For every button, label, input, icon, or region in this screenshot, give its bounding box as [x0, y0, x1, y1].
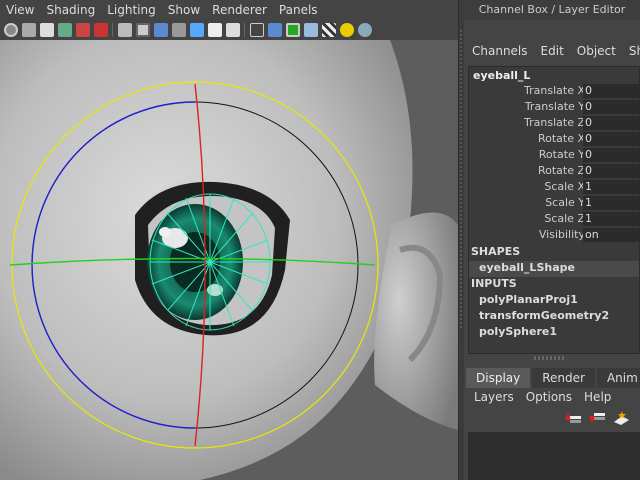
attr-scale-y[interactable]: Scale Y 1 [469, 195, 640, 211]
menu-lighting[interactable]: Lighting [101, 0, 162, 20]
field-chart-icon[interactable] [190, 23, 204, 37]
attr-value-field[interactable]: 1 [583, 196, 640, 210]
smooth-shade-icon[interactable] [268, 23, 282, 37]
input-node[interactable]: polyPlanarProj1 [479, 293, 578, 306]
shadows-icon[interactable] [358, 23, 372, 37]
viewport-toolbar [0, 20, 458, 40]
safe-title-icon[interactable] [226, 23, 240, 37]
menu-help[interactable]: Help [578, 390, 617, 404]
menu-show[interactable]: Show [162, 0, 206, 20]
toolbar-separator [112, 23, 113, 37]
channel-box-menubar: Channels Edit Object Show [464, 40, 640, 62]
attr-value-field[interactable]: 1 [583, 180, 640, 194]
toolbar-separator [244, 23, 245, 37]
input-node[interactable]: transformGeometry2 [479, 309, 609, 322]
attr-value-field[interactable]: on [583, 228, 640, 242]
attr-value-field[interactable]: 0 [583, 164, 640, 178]
menu-view[interactable]: View [0, 0, 40, 20]
attr-label: Translate Z [524, 116, 585, 129]
attr-value-field[interactable]: 0 [583, 116, 640, 130]
menu-panels[interactable]: Panels [273, 0, 324, 20]
attr-scale-z[interactable]: Scale Z 1 [469, 211, 640, 227]
move-layer-down-icon[interactable] [588, 410, 606, 426]
panel-title: Channel Box / Layer Editor [464, 0, 640, 20]
layer-menubar: Layers Options Help [468, 388, 640, 406]
wireframe-on-shaded-icon[interactable] [286, 23, 300, 37]
tab-render[interactable]: Render [532, 368, 595, 388]
menu-shading[interactable]: Shading [40, 0, 101, 20]
camera-attributes-icon[interactable] [22, 23, 36, 37]
attr-label: Rotate Y [538, 148, 585, 161]
viewport-scene[interactable] [0, 40, 458, 480]
move-layer-up-icon[interactable] [564, 410, 582, 426]
layer-editor-tabs: Display Render Anim [466, 368, 640, 388]
menu-renderer[interactable]: Renderer [206, 0, 273, 20]
attr-value-field[interactable]: 0 [583, 148, 640, 162]
attr-label: Scale Z [544, 212, 585, 225]
attr-rotate-z[interactable]: Rotate Z 0 [469, 163, 640, 179]
attr-label: Translate X [524, 84, 585, 97]
attr-label: Scale Y [545, 196, 585, 209]
bookmark-icon[interactable] [40, 23, 54, 37]
xray-icon[interactable] [304, 23, 318, 37]
resolution-gate-icon[interactable] [154, 23, 168, 37]
viewport-menubar: View Shading Lighting Show Renderer Pane… [0, 0, 458, 20]
attr-label: Rotate X [537, 132, 585, 145]
projection-lattice [149, 193, 271, 331]
menu-edit[interactable]: Edit [533, 44, 569, 58]
camera-icon[interactable] [4, 23, 18, 37]
panel-resize-grip[interactable] [534, 356, 564, 360]
menu-options[interactable]: Options [520, 390, 578, 404]
attr-visibility[interactable]: Visibility on [469, 227, 640, 243]
attr-value-field[interactable]: 0 [583, 84, 640, 98]
attr-label: Translate Y [524, 100, 585, 113]
grid-icon[interactable] [118, 23, 132, 37]
use-all-lights-icon[interactable] [340, 23, 354, 37]
shapes-header: SHAPES [471, 245, 521, 258]
2d-pan-zoom-icon[interactable] [76, 23, 90, 37]
attr-rotate-y[interactable]: Rotate Y 0 [469, 147, 640, 163]
attr-value-field[interactable]: 0 [583, 100, 640, 114]
tab-display[interactable]: Display [466, 368, 531, 388]
attr-translate-y[interactable]: Translate Y 0 [469, 99, 640, 115]
inputs-header: INPUTS [471, 277, 517, 290]
attr-translate-z[interactable]: Translate Z 0 [469, 115, 640, 131]
attr-scale-x[interactable]: Scale X 1 [469, 179, 640, 195]
attr-rotate-x[interactable]: Rotate X 0 [469, 131, 640, 147]
menu-object[interactable]: Object [569, 44, 621, 58]
gate-mask-icon[interactable] [172, 23, 186, 37]
menu-channels[interactable]: Channels [464, 44, 533, 58]
grease-pencil-icon[interactable] [94, 23, 108, 37]
attr-translate-x[interactable]: Translate X 0 [469, 83, 640, 99]
channel-box-panel: Channel Box / Layer Editor Channels Edit… [464, 0, 640, 480]
tab-anim[interactable]: Anim [596, 368, 640, 388]
attr-label: Visibility [538, 228, 585, 241]
attr-value-field[interactable]: 1 [583, 212, 640, 226]
attr-label: Rotate Z [537, 164, 585, 177]
divider-grip[interactable] [460, 30, 462, 330]
image-plane-icon[interactable] [58, 23, 72, 37]
attr-label: Scale X [544, 180, 585, 193]
layer-toolbar [564, 410, 636, 426]
channel-box: eyeball_L Translate X 0 Translate Y 0 Tr… [468, 66, 640, 354]
menu-layers[interactable]: Layers [468, 390, 520, 404]
menu-show[interactable]: Show [621, 44, 640, 58]
layer-list[interactable] [468, 432, 640, 480]
film-gate-icon[interactable] [136, 23, 150, 37]
shape-node[interactable]: eyeball_LShape [479, 261, 575, 274]
safe-action-icon[interactable] [208, 23, 222, 37]
object-name[interactable]: eyeball_L [473, 69, 530, 82]
attr-value-field[interactable]: 0 [583, 132, 640, 146]
textured-icon[interactable] [322, 23, 336, 37]
input-node[interactable]: polySphere1 [479, 325, 557, 338]
viewport-panel[interactable]: View Shading Lighting Show Renderer Pane… [0, 0, 458, 480]
wireframe-icon[interactable] [250, 23, 264, 37]
new-layer-icon[interactable] [612, 410, 630, 426]
